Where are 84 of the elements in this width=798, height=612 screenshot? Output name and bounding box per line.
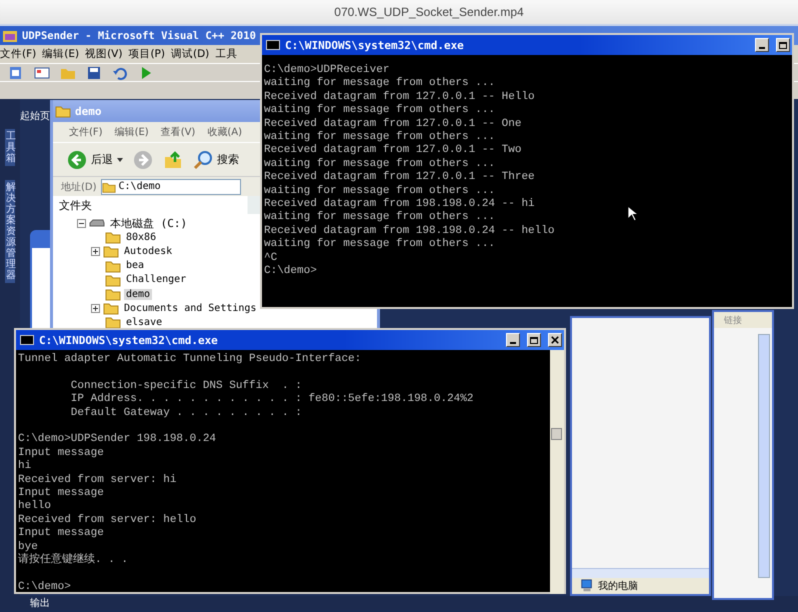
address-field[interactable]: C:\demo: [100, 178, 241, 194]
video-title: 070.WS_UDP_Socket_Sender.mp4: [334, 5, 524, 19]
tree-item[interactable]: Autodesk: [122, 246, 174, 257]
maximize-button[interactable]: [527, 333, 541, 347]
tree-item[interactable]: bea: [124, 260, 146, 272]
console-line: waiting for message from others ...: [264, 131, 496, 144]
console-line: Input message: [18, 527, 104, 541]
tree-item[interactable]: demo: [124, 288, 152, 300]
maximize-button[interactable]: [776, 38, 790, 52]
scrollbar[interactable]: [550, 350, 564, 594]
minimize-button[interactable]: [755, 38, 769, 52]
search-icon: [193, 150, 213, 170]
console-line: Received from server: hi: [18, 474, 176, 488]
console-line: waiting for message from others ...: [264, 104, 496, 118]
menu-item[interactable]: 视图(V): [85, 47, 122, 61]
address-label: 地址(D): [61, 180, 97, 194]
side-tab[interactable]: 工具箱: [5, 129, 15, 166]
window-title: UDPSender - Microsoft Visual C++ 2010: [22, 30, 256, 42]
expand-icon[interactable]: [91, 304, 100, 313]
close-button[interactable]: [548, 333, 562, 347]
console-line: Connection-specific DNS Suffix . :: [70, 380, 302, 393]
menu-item[interactable]: 编辑(E): [42, 47, 80, 61]
mouse-pointer-icon: [627, 205, 638, 222]
console-line: waiting for message from others ...: [264, 184, 496, 198]
console-line: hello: [18, 500, 52, 514]
console-line: ^C: [264, 252, 278, 265]
console-line: Tunnel adapter Automatic Tunneling Pseudo-Interface:: [18, 353, 362, 366]
menu-item[interactable]: 查看(V): [160, 125, 196, 139]
menu-item[interactable]: 收藏(A): [207, 125, 242, 139]
menu-item[interactable]: 编辑(E): [114, 125, 149, 139]
expand-icon[interactable]: [91, 246, 100, 256]
window-title: C:\WINDOWS\system32\cmd.exe: [39, 334, 218, 346]
back-button[interactable]: 后退: [67, 150, 123, 170]
status-text: 我的电脑: [598, 580, 638, 593]
console-line: 请按任意键继续. . .: [18, 554, 128, 568]
console-line: waiting for message from others ...: [264, 158, 496, 171]
output-tab[interactable]: 输出: [30, 596, 50, 610]
caret-icon: [117, 158, 123, 162]
console-icon: [20, 335, 34, 345]
console-line: Received datagram from 198.198.0.24 -- hi: [264, 198, 535, 211]
console-line: Input message: [18, 487, 104, 500]
tree-item[interactable]: Challenger: [124, 274, 188, 286]
menu-item[interactable]: 文件(F): [69, 125, 103, 139]
minimize-button[interactable]: [506, 333, 520, 347]
console-line: C:\demo>UDPReceiver: [264, 64, 390, 77]
tree-item[interactable]: Documents and Settings: [122, 302, 258, 314]
console-line: Default Gateway . . . . . . . . . :: [70, 406, 302, 420]
close-icon: [551, 336, 559, 344]
console-line: Input message: [18, 446, 104, 460]
console-icon: [266, 40, 280, 50]
console-line: Received datagram from 198.198.0.24 -- hello: [264, 224, 554, 238]
side-tab[interactable]: 解决方案资源管理器: [5, 180, 15, 283]
console-line: C:\demo>: [18, 580, 71, 594]
menu-item[interactable]: 调试(D): [170, 47, 210, 61]
save-icon[interactable]: [86, 64, 102, 80]
collapse-icon[interactable]: [77, 218, 86, 228]
console-line: Received datagram from 127.0.0.1 -- Hello: [264, 90, 535, 104]
menu-item[interactable]: 项目(P): [128, 47, 165, 61]
console-line: Received datagram from 127.0.0.1 -- Two: [264, 144, 522, 158]
menu-item[interactable]: 工具: [215, 47, 238, 61]
menu-item[interactable]: 文件(F): [0, 47, 36, 61]
scrollbar[interactable]: [572, 568, 709, 578]
console-line: Received from server: hello: [18, 514, 196, 528]
pane-header: 文件夹: [59, 198, 92, 212]
console-line: Received datagram from 127.0.0.1 -- Three: [264, 171, 535, 185]
tree-item[interactable]: 本地磁盘 (C:): [108, 216, 190, 231]
window-title: demo: [75, 104, 102, 118]
console-line: C:\demo>UDPSender 198.198.0.24: [18, 433, 216, 447]
console-line: waiting for message from others ...: [264, 211, 496, 225]
computer-icon: [580, 579, 594, 593]
console-line: hi: [18, 460, 32, 474]
tree-item[interactable]: 80x86: [124, 232, 158, 243]
scrollbar[interactable]: [758, 334, 770, 578]
tree-item[interactable]: elsave: [124, 316, 164, 328]
console-line: Received datagram from 127.0.0.1 -- One: [264, 118, 522, 131]
console-line: waiting for message from others ...: [264, 238, 496, 252]
console-line: bye: [18, 540, 38, 553]
document-tab[interactable]: 起始页: [20, 107, 52, 125]
console-line: IP Address. . . . . . . . . . . . : fe80::5efe:198.198.0.24%2: [70, 393, 474, 407]
search-button[interactable]: 搜索: [193, 150, 239, 170]
console-line: C:\demo>: [264, 265, 317, 278]
console-line: waiting for message from others ...: [264, 77, 496, 91]
window-title: C:\WINDOWS\system32\cmd.exe: [285, 38, 464, 52]
folder-up-icon[interactable]: [163, 150, 183, 170]
